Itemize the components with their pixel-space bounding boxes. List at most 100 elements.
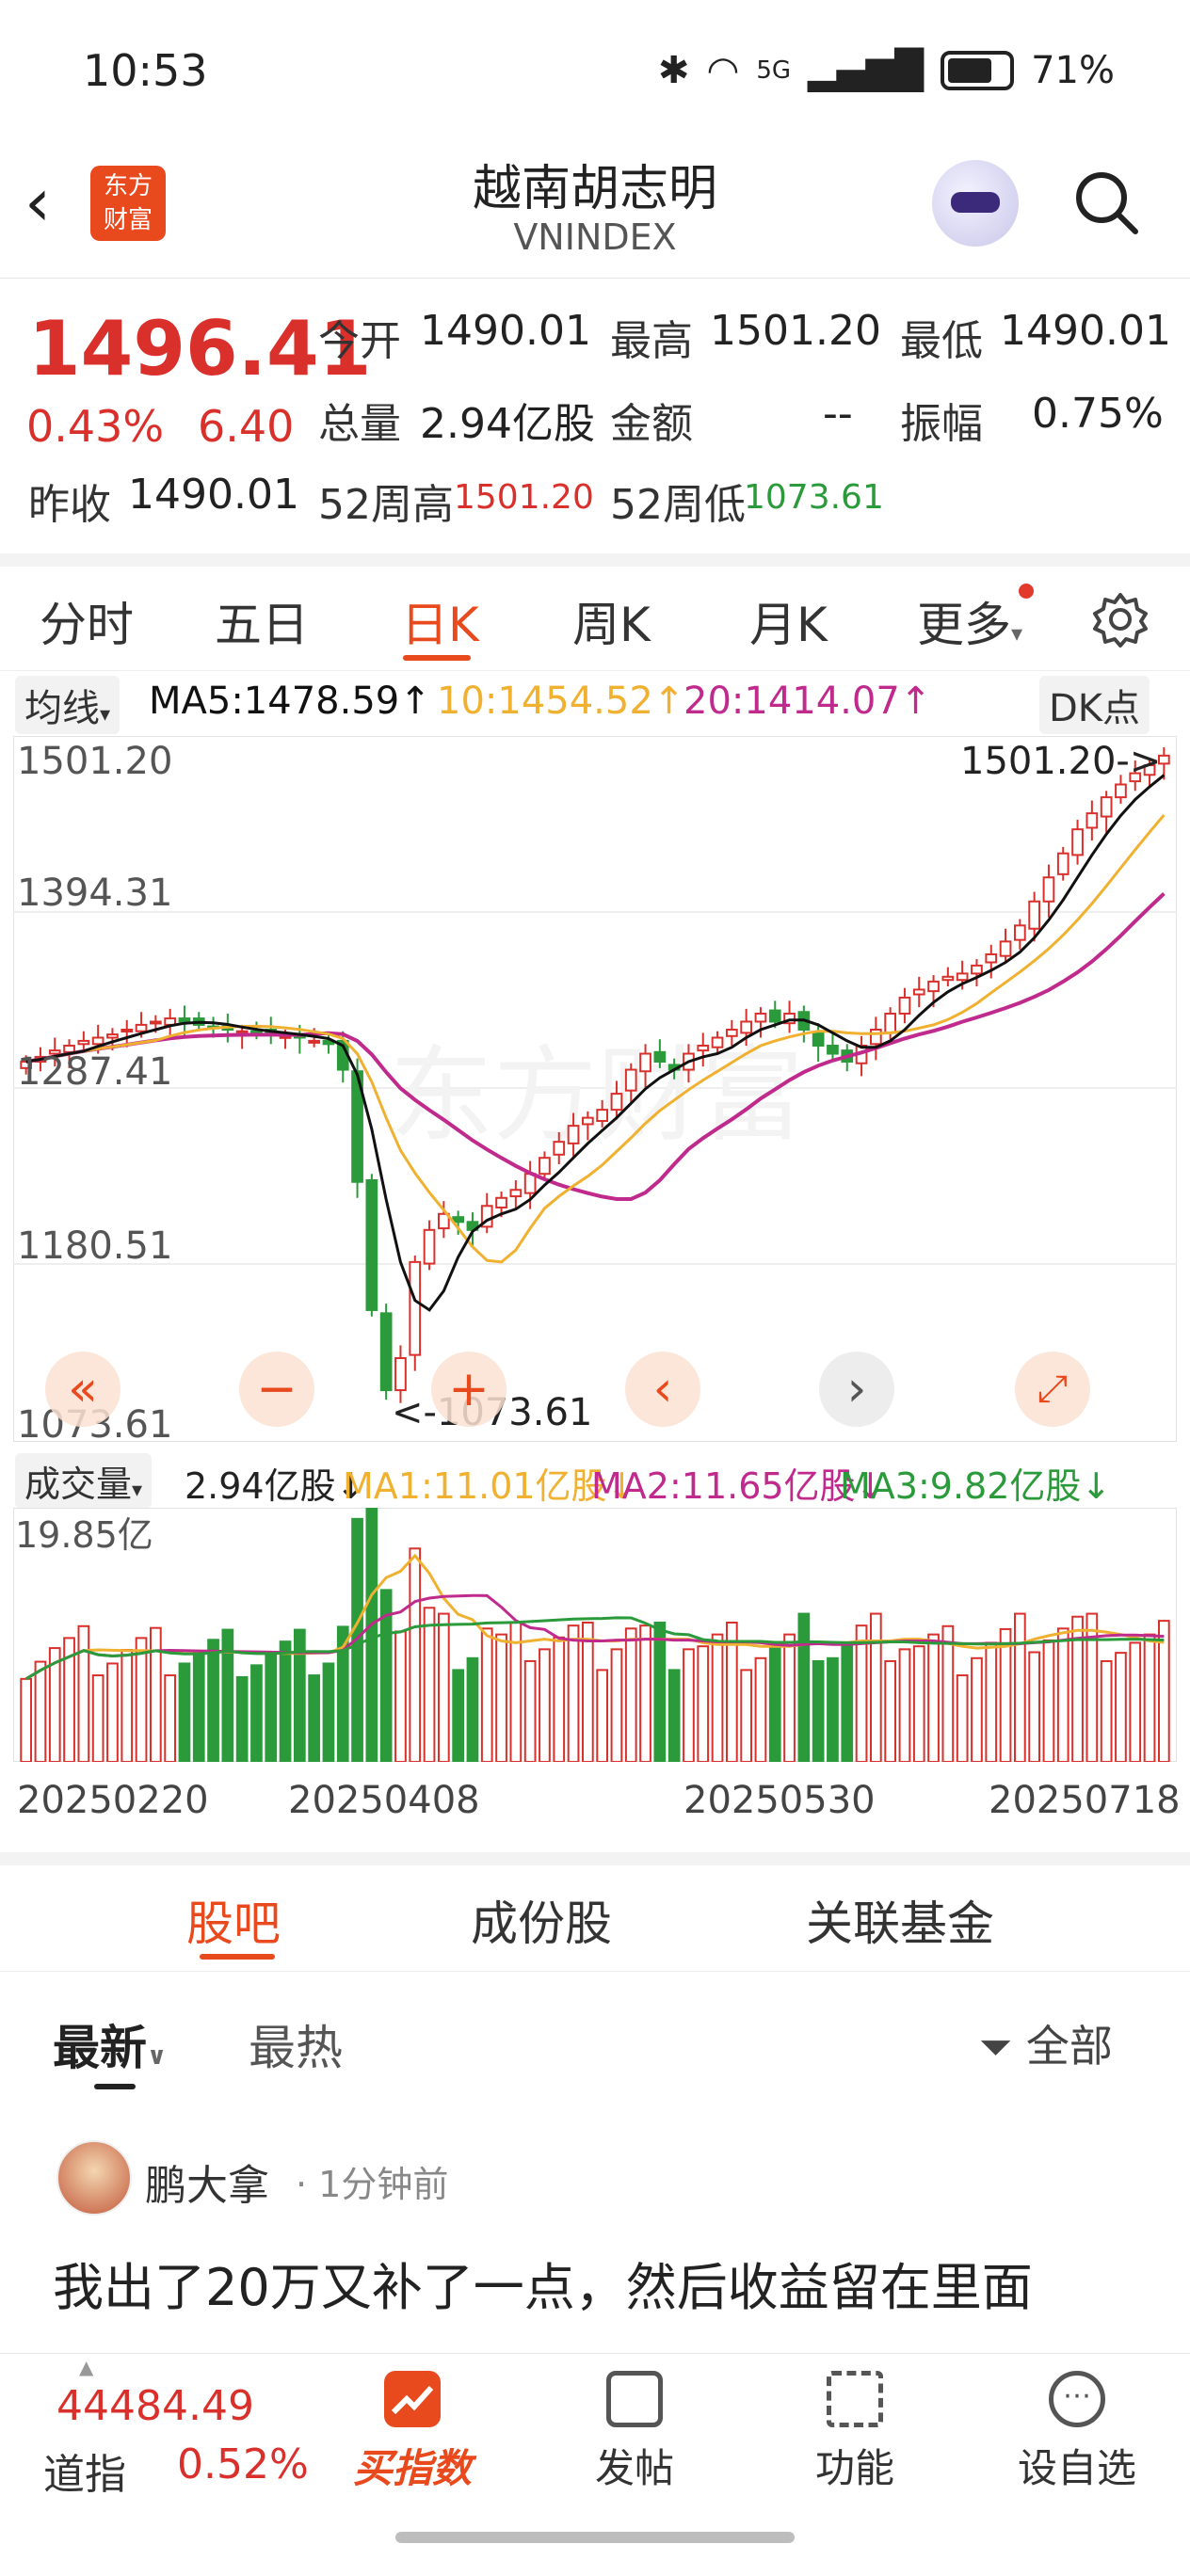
candle[interactable] <box>653 1050 667 1064</box>
candle[interactable] <box>985 952 998 964</box>
candle[interactable] <box>898 996 911 1015</box>
volume-bar[interactable] <box>1042 1639 1055 1762</box>
candle[interactable] <box>711 1036 724 1048</box>
candle[interactable] <box>539 1157 551 1176</box>
candle[interactable] <box>1042 876 1055 903</box>
volume-bar[interactable] <box>1115 1652 1127 1762</box>
assistant-robot-icon[interactable] <box>932 160 1019 247</box>
ma-dropdown[interactable]: 均线▾ <box>15 676 121 734</box>
volume-bar[interactable] <box>783 1633 796 1762</box>
candle[interactable] <box>927 980 940 993</box>
volume-bar[interactable] <box>437 1612 450 1762</box>
volume-bar[interactable] <box>480 1627 493 1762</box>
volume-bar[interactable] <box>1013 1612 1026 1762</box>
volume-bar[interactable] <box>985 1641 998 1762</box>
dk-point-button[interactable]: DK点 <box>1039 676 1150 734</box>
volume-bar[interactable] <box>956 1674 969 1762</box>
volume-bar[interactable] <box>466 1656 479 1762</box>
volume-bar[interactable] <box>308 1674 321 1762</box>
candle[interactable] <box>409 1260 422 1356</box>
volume-bar[interactable] <box>149 1626 162 1762</box>
volume-bar[interactable] <box>971 1656 983 1762</box>
candle[interactable] <box>827 1045 839 1055</box>
tab-monthly-k[interactable]: 月K <box>749 587 828 655</box>
candle[interactable] <box>178 1017 191 1023</box>
volume-bar[interactable] <box>581 1622 594 1762</box>
candle[interactable] <box>394 1357 407 1392</box>
tab-weekly-k[interactable]: 周K <box>572 587 651 655</box>
buy-index-button[interactable]: 买指数 <box>318 2371 507 2494</box>
volume-bar[interactable] <box>235 1675 249 1762</box>
candle[interactable] <box>523 1173 537 1194</box>
candle[interactable] <box>956 972 969 982</box>
volume-bar[interactable] <box>91 1674 105 1762</box>
volume-bar[interactable] <box>999 1627 1012 1762</box>
add-watchlist-button[interactable]: ⋯ 设自选 <box>983 2371 1171 2494</box>
candle[interactable] <box>1071 828 1084 856</box>
candle[interactable] <box>106 1033 119 1039</box>
volume-bar[interactable] <box>164 1674 177 1762</box>
candle[interactable] <box>250 1030 263 1034</box>
candle[interactable] <box>135 1023 148 1032</box>
candle[interactable] <box>869 1028 882 1046</box>
tab-intraday[interactable]: 分时 <box>40 587 134 655</box>
volume-bar[interactable] <box>409 1547 422 1762</box>
volume-bar[interactable] <box>827 1656 839 1762</box>
volume-bar[interactable] <box>121 1648 134 1762</box>
candle[interactable] <box>379 1312 393 1392</box>
candle[interactable] <box>1028 900 1041 930</box>
volume-bar[interactable] <box>1056 1627 1069 1762</box>
volume-bar[interactable] <box>855 1624 868 1762</box>
volume-bar[interactable] <box>250 1664 263 1762</box>
volume-chart[interactable]: 19.85亿 <box>13 1508 1177 1762</box>
candle[interactable] <box>912 988 925 996</box>
volume-bar[interactable] <box>653 1622 667 1762</box>
settings-gear-icon[interactable] <box>1092 591 1149 648</box>
filter-latest[interactable]: 最新∨ <box>53 2010 167 2078</box>
candle[interactable] <box>971 964 983 975</box>
dow-label[interactable]: 道指 <box>43 2440 126 2501</box>
candle[interactable] <box>754 1012 767 1023</box>
kline-chart[interactable]: 东方财富 1501.20 1394.31 1287.41 1180.51 107… <box>13 736 1177 1442</box>
volume-bar[interactable] <box>1028 1651 1041 1762</box>
volume-bar[interactable] <box>279 1640 292 1762</box>
volume-bar[interactable] <box>869 1612 882 1762</box>
volume-bar[interactable] <box>1100 1659 1113 1762</box>
volume-bar[interactable] <box>567 1624 580 1762</box>
volume-bar[interactable] <box>265 1652 278 1762</box>
volume-bar[interactable] <box>34 1660 47 1762</box>
tab-related-funds[interactable]: 关联基金 <box>806 1886 994 1954</box>
zoom-in-icon[interactable]: + <box>431 1352 507 1427</box>
volume-bar[interactable] <box>523 1659 537 1762</box>
tab-more[interactable]: 更多▾ <box>917 584 1035 655</box>
volume-bar[interactable] <box>624 1627 637 1762</box>
volume-bar[interactable] <box>740 1669 753 1762</box>
candle[interactable] <box>308 1039 321 1044</box>
candle[interactable] <box>452 1216 465 1224</box>
scroll-left-double-icon[interactable]: « <box>45 1352 121 1427</box>
candle[interactable] <box>999 940 1012 957</box>
candle[interactable] <box>77 1039 90 1046</box>
volume-bar[interactable] <box>293 1628 306 1762</box>
volume-bar[interactable] <box>1129 1641 1142 1762</box>
post-item[interactable]: 鹏大拿 · 1分钟前 我出了20万又补了一点，然后收益留在里面 <box>0 2108 1190 2353</box>
candle[interactable] <box>1100 796 1113 818</box>
filter-all[interactable]: ⏷ 全部 <box>979 2012 1113 2074</box>
volume-bar[interactable] <box>365 1508 378 1762</box>
volume-bar[interactable] <box>898 1648 911 1762</box>
volume-bar[interactable] <box>553 1636 566 1762</box>
filter-hot[interactable]: 最热 <box>249 2010 343 2078</box>
volume-bar[interactable] <box>77 1624 90 1762</box>
candle[interactable] <box>1013 924 1026 941</box>
dow-value[interactable]: 44484.49 <box>56 2382 254 2430</box>
tab-constituents[interactable]: 成份股 <box>471 1886 612 1954</box>
volume-bar[interactable] <box>884 1659 897 1762</box>
candle[interactable] <box>91 1036 105 1046</box>
candle[interactable] <box>235 1030 249 1034</box>
candle[interactable] <box>697 1045 710 1052</box>
prev-icon[interactable]: ‹ <box>625 1352 700 1427</box>
volume-bar[interactable] <box>322 1662 335 1762</box>
candle[interactable] <box>495 1196 507 1208</box>
tab-guba[interactable]: 股吧 <box>186 1886 281 1954</box>
post-button[interactable]: 发帖 <box>540 2371 729 2494</box>
